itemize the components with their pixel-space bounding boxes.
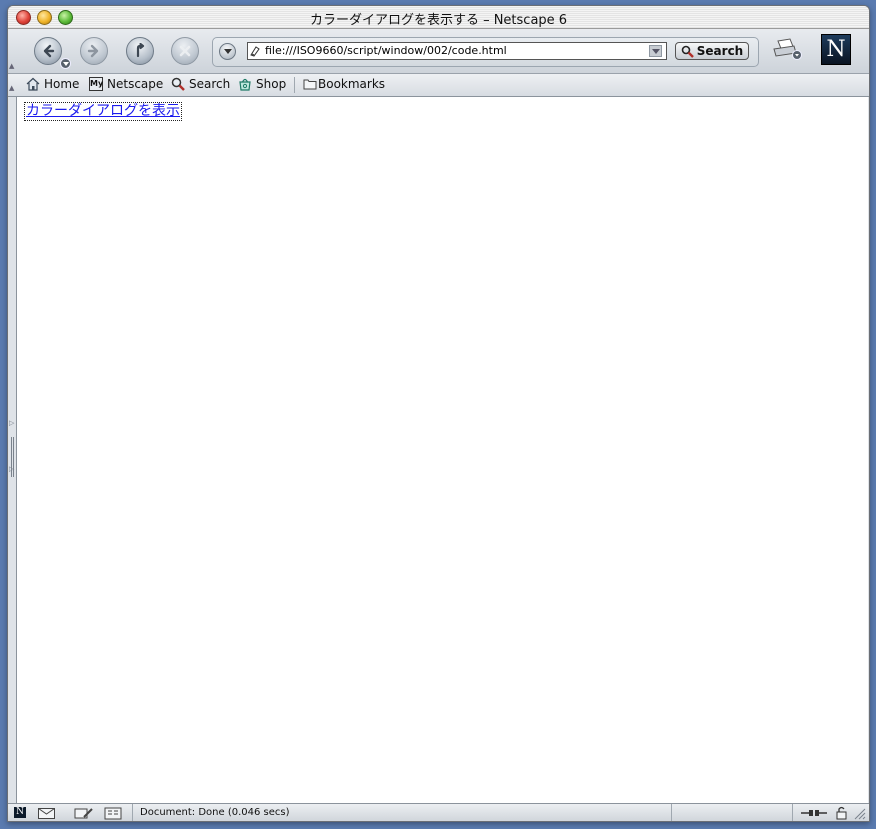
toolbar-separator (294, 77, 295, 93)
folder-icon (303, 79, 317, 90)
url-autocomplete-dropdown[interactable] (649, 45, 662, 57)
shop-link[interactable]: Shop (238, 77, 286, 91)
page-proxy-icon[interactable] (250, 45, 261, 57)
online-connection-icon[interactable] (801, 808, 827, 818)
composer-icon[interactable] (74, 807, 94, 820)
my-netscape-link[interactable]: My Netscape (89, 77, 163, 91)
url-history-dropdown[interactable] (219, 43, 236, 60)
magnifier-icon (681, 45, 694, 58)
page-content: カラーダイアログを表示 (16, 97, 868, 803)
security-lock-icon[interactable] (835, 806, 849, 820)
back-arrow-icon (43, 44, 55, 58)
show-color-dialog-link[interactable]: カラーダイアログを表示 (24, 102, 182, 121)
reload-button[interactable] (126, 37, 154, 65)
back-history-dropdown[interactable] (60, 58, 71, 69)
toolbar-collapse-grip[interactable]: ▲ (9, 62, 17, 70)
back-button[interactable] (34, 37, 62, 65)
bookmarks-menu[interactable]: Bookmarks (303, 77, 385, 91)
component-bar: N (8, 804, 133, 821)
resize-grip-icon[interactable] (854, 808, 866, 820)
search-button-label: Search (696, 44, 744, 58)
shop-label: Shop (256, 77, 287, 91)
sidebar-grip[interactable]: ▷ ▷ (8, 97, 16, 803)
shop-bag-icon (239, 78, 251, 91)
my-netscape-icon: My (89, 77, 103, 91)
reload-icon (136, 43, 145, 58)
netscape-component-icon[interactable]: N (14, 807, 26, 818)
sidebar-close-arrow-icon: ▷ (9, 465, 15, 473)
url-input[interactable]: file:///ISO9660/script/window/002/code.h… (247, 42, 667, 60)
home-link[interactable]: Home (26, 77, 79, 91)
mail-icon[interactable] (38, 808, 55, 819)
title-bar: カラーダイアログを表示する – Netscape 6 (8, 6, 869, 29)
sidebar-open-arrow-icon: ▷ (9, 419, 15, 427)
navigation-toolbar: ▲ file:///ISO9660/script/window/002/code… (8, 29, 869, 74)
status-text: Document: Done (0.046 secs) (140, 807, 290, 818)
window-title: カラーダイアログを表示する – Netscape 6 (309, 13, 568, 28)
personal-toolbar: ▲ Home My Netscape Search Shop Bookmarks (8, 74, 869, 97)
stop-icon (179, 45, 191, 57)
bookmarks-label: Bookmarks (318, 77, 386, 91)
progress-meter (671, 804, 793, 821)
search-button[interactable]: Search (675, 42, 749, 60)
browser-window: カラーダイアログを表示する – Netscape 6 ▲ file:///ISO… (7, 5, 870, 822)
netscape-label: Netscape (107, 77, 164, 91)
address-book-icon[interactable] (104, 807, 122, 820)
home-label: Home (44, 77, 80, 91)
status-bar: N Document: Done (0.046 secs) (8, 803, 869, 821)
personal-toolbar-grip[interactable]: ▲ (9, 84, 17, 92)
url-toolbar: file:///ISO9660/script/window/002/code.h… (212, 37, 759, 67)
forward-arrow-icon (87, 44, 99, 58)
netscape-logo[interactable]: N (821, 34, 851, 65)
search-link[interactable]: Search (171, 77, 230, 91)
search-magnifier-icon (171, 77, 185, 91)
print-icon[interactable] (772, 37, 802, 61)
stop-button[interactable] (171, 37, 199, 65)
forward-button[interactable] (80, 37, 108, 65)
search-label: Search (189, 77, 231, 91)
home-icon (26, 77, 40, 91)
